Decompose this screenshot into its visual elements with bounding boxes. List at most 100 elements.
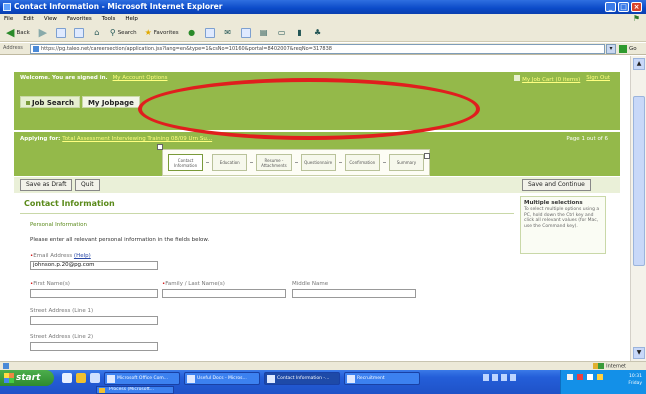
sidebox-title: Multiple selections bbox=[524, 200, 583, 206]
tray-antivirus-icon[interactable] bbox=[567, 374, 573, 380]
quit-button[interactable]: Quit bbox=[75, 179, 100, 191]
mail-icon: ✉ bbox=[224, 28, 231, 37]
tray-language-icon[interactable] bbox=[501, 374, 507, 381]
stop-button[interactable] bbox=[54, 26, 68, 40]
close-button[interactable]: × bbox=[631, 2, 642, 12]
save-continue-button[interactable]: Save and Continue bbox=[522, 179, 591, 191]
scroll-down-icon[interactable]: ▼ bbox=[633, 347, 645, 359]
sidebox-body: To select multiple options using a PC, h… bbox=[524, 207, 600, 229]
step-contact-information[interactable]: Contact Information bbox=[168, 154, 204, 171]
tray-volume-icon[interactable] bbox=[492, 374, 498, 381]
system-tray: 10:31 Friday bbox=[560, 370, 646, 394]
menu-bar: File Edit View Favorites Tools Help ⚑ bbox=[0, 14, 646, 24]
middle-name-field[interactable] bbox=[292, 289, 416, 298]
menu-edit[interactable]: Edit bbox=[23, 14, 34, 24]
tab-my-jobpage[interactable]: My Jobpage bbox=[81, 96, 140, 108]
task-process[interactable]: Process (Microsoft... bbox=[96, 386, 174, 394]
instructions-text: Please enter all relevant personal infor… bbox=[30, 237, 210, 243]
task-useful-docs[interactable]: Useful Docs - Micros... bbox=[184, 372, 260, 385]
edit-button[interactable]: ▤ bbox=[257, 26, 271, 40]
go-button[interactable]: Go bbox=[619, 44, 643, 54]
progress-steps: Contact Information Education Resume - A… bbox=[162, 149, 430, 176]
history-button[interactable] bbox=[203, 26, 217, 40]
back-button[interactable]: ◀ Back bbox=[4, 26, 32, 40]
messenger-icon: ♣ bbox=[314, 28, 322, 37]
street2-field[interactable] bbox=[30, 342, 158, 351]
clock[interactable]: 10:31 Friday bbox=[628, 373, 642, 387]
refresh-icon bbox=[73, 27, 84, 38]
menu-view[interactable]: View bbox=[44, 14, 57, 24]
go-arrow-icon bbox=[619, 44, 627, 53]
folder-icon: ▭ bbox=[277, 28, 286, 37]
minimize-button[interactable]: _ bbox=[605, 2, 616, 12]
media-icon: ● bbox=[188, 28, 196, 37]
save-draft-button[interactable]: Save as Draft bbox=[20, 179, 73, 191]
tray-messenger-icon[interactable] bbox=[587, 374, 593, 380]
maximize-button[interactable]: □ bbox=[618, 2, 629, 12]
step-summary[interactable]: Summary bbox=[388, 154, 425, 171]
task-recruitment[interactable]: Recruitment bbox=[344, 372, 420, 385]
folder-icon bbox=[187, 375, 195, 383]
search-button[interactable]: ⚲ Search bbox=[108, 26, 139, 40]
tray-alert-icon[interactable] bbox=[577, 374, 583, 380]
tray-security-icon[interactable] bbox=[597, 374, 603, 380]
window-titlebar: Contact Information - Microsoft Internet… bbox=[0, 0, 646, 14]
scroll-up-icon[interactable]: ▲ bbox=[633, 58, 645, 70]
print-button[interactable] bbox=[239, 26, 253, 40]
account-options-link[interactable]: My Account Options bbox=[113, 75, 168, 81]
forward-arrow-icon: ▶ bbox=[38, 26, 48, 39]
quicklaunch-desktop-icon[interactable] bbox=[90, 373, 100, 383]
sign-out-link[interactable]: Sign Out bbox=[586, 75, 610, 83]
address-label: Address bbox=[3, 45, 23, 51]
window-title: Contact Information - Microsoft Internet… bbox=[14, 2, 223, 11]
last-name-field[interactable] bbox=[162, 289, 286, 298]
mail-button[interactable]: ✉ bbox=[221, 26, 235, 40]
tray-update-icon[interactable] bbox=[510, 374, 516, 381]
address-dropdown[interactable]: ▾ bbox=[606, 44, 616, 54]
vertical-scrollbar[interactable]: ▲ ▼ bbox=[630, 56, 646, 361]
email-help-link[interactable]: (Help) bbox=[74, 253, 91, 259]
job-title-link[interactable]: Total Assessment Interviewing Training 0… bbox=[62, 136, 212, 142]
refresh-button[interactable] bbox=[72, 26, 86, 40]
messenger-button[interactable]: ♣ bbox=[311, 26, 325, 40]
office-icon bbox=[107, 375, 115, 383]
tray-network-icon[interactable] bbox=[483, 374, 489, 381]
menu-favorites[interactable]: Favorites bbox=[67, 14, 92, 24]
step-resume-attachments[interactable]: Resume - Attachments bbox=[256, 154, 292, 171]
quicklaunch-folder-icon[interactable] bbox=[76, 373, 86, 383]
forward-button[interactable]: ▶ bbox=[36, 26, 50, 40]
task-contact-information[interactable]: Contact Information -... bbox=[264, 372, 340, 385]
start-button[interactable]: start bbox=[0, 370, 54, 386]
first-name-field[interactable] bbox=[30, 289, 158, 298]
menu-tools[interactable]: Tools bbox=[102, 14, 116, 24]
history-icon bbox=[204, 27, 215, 38]
street1-label: Street Address (Line 1) bbox=[30, 308, 94, 314]
help-sidebox: Multiple selections To select multiple o… bbox=[520, 196, 606, 254]
page-indicator: Page 1 out of 6 bbox=[566, 136, 608, 142]
task-office[interactable]: Microsoft Office Com... bbox=[104, 372, 180, 385]
job-cart-link[interactable]: My Job Cart (0 items) bbox=[514, 75, 580, 83]
step-confirmation[interactable]: Confirmation bbox=[344, 154, 380, 171]
quicklaunch-ie-icon[interactable] bbox=[62, 373, 72, 383]
scroll-thumb[interactable] bbox=[633, 96, 645, 266]
email-field[interactable]: johnson.p.20@pg.com bbox=[30, 261, 158, 270]
tray-icons-left bbox=[483, 374, 516, 381]
home-button[interactable]: ⌂ bbox=[90, 26, 104, 40]
street1-field[interactable] bbox=[30, 316, 158, 325]
menu-help[interactable]: Help bbox=[125, 14, 138, 24]
browser-toolbar: ◀ Back ▶ ⌂ ⚲ Search ★ Favorites ● ✉ ▤ ▭ … bbox=[0, 24, 646, 42]
address-input[interactable]: https://pg.taleo.net/careersection/appli… bbox=[30, 44, 605, 54]
chevron-down-icon: ▾ bbox=[609, 45, 613, 52]
favorites-button[interactable]: ★ Favorites bbox=[143, 26, 181, 40]
step-education[interactable]: Education bbox=[212, 154, 248, 171]
discuss-button[interactable]: ▭ bbox=[275, 26, 289, 40]
applying-for: Applying for: Total Assessment Interview… bbox=[20, 136, 213, 142]
step-questionnaire[interactable]: Questionnaire bbox=[300, 154, 336, 171]
tab-job-search[interactable]: Job Search bbox=[20, 96, 80, 108]
middle-name-label: Middle Name bbox=[292, 281, 329, 287]
menu-file[interactable]: File bbox=[4, 14, 13, 24]
divider bbox=[20, 213, 514, 214]
research-button[interactable]: ▮ bbox=[293, 26, 307, 40]
step-separator bbox=[206, 162, 210, 163]
media-button[interactable]: ● bbox=[185, 26, 199, 40]
